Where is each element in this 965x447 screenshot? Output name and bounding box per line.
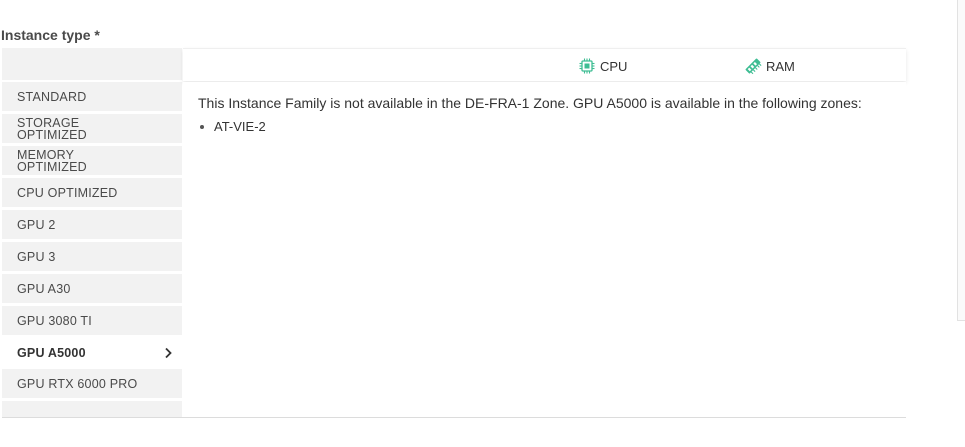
sidebar-item-label: CPU OPTIMIZED bbox=[17, 185, 118, 200]
sidebar-item-label: MEMORY OPTIMIZED bbox=[17, 147, 87, 174]
sidebar-item-label: GPU A30 bbox=[17, 281, 71, 296]
column-ram: RAM bbox=[744, 57, 795, 75]
sidebar-item-label: GPU RTX 6000 PRO bbox=[17, 376, 138, 391]
sidebar-item-gpu-a5000[interactable]: GPU A5000 bbox=[2, 338, 182, 370]
spec-columns-header: CPU RAM bbox=[183, 48, 906, 81]
zone-name: AT-VIE-2 bbox=[214, 119, 266, 134]
sidebar-item-label: GPU 3 bbox=[17, 249, 56, 264]
side-panel-edge bbox=[957, 0, 965, 321]
available-zones-list: AT-VIE-2 bbox=[198, 118, 266, 136]
sidebar-footer bbox=[2, 401, 182, 417]
sidebar-item-label: GPU 2 bbox=[17, 217, 56, 232]
sidebar-item-cpu-optimized[interactable]: CPU OPTIMIZED bbox=[2, 178, 182, 210]
sidebar-item-gpu-rtx-6000-pro[interactable]: GPU RTX 6000 PRO bbox=[2, 369, 182, 401]
instance-type-panel: STANDARD STORAGE OPTIMIZED MEMORY OPTIMI… bbox=[2, 48, 906, 418]
sidebar-item-gpu-3[interactable]: GPU 3 bbox=[2, 242, 182, 274]
sidebar-item-gpu-3080-ti[interactable]: GPU 3080 TI bbox=[2, 306, 182, 338]
instance-family-sidebar: STANDARD STORAGE OPTIMIZED MEMORY OPTIMI… bbox=[2, 48, 182, 417]
sidebar-item-storage-optimized[interactable]: STORAGE OPTIMIZED bbox=[2, 114, 182, 146]
sidebar-item-label: STORAGE OPTIMIZED bbox=[17, 115, 87, 142]
sidebar-item-standard[interactable]: STANDARD bbox=[2, 82, 182, 114]
ram-stick-icon bbox=[745, 58, 762, 75]
sidebar-item-label: GPU 3080 TI bbox=[17, 313, 92, 328]
list-item: AT-VIE-2 bbox=[198, 118, 266, 136]
chevron-right-icon bbox=[165, 347, 172, 358]
sidebar-item-label: GPU A5000 bbox=[17, 345, 86, 360]
availability-message: This Instance Family is not available in… bbox=[198, 95, 862, 111]
instance-list-content: This Instance Family is not available in… bbox=[183, 82, 906, 417]
column-ram-label: RAM bbox=[766, 58, 795, 74]
sidebar-item-memory-optimized[interactable]: MEMORY OPTIMIZED bbox=[2, 146, 182, 178]
sidebar-item-label: STANDARD bbox=[17, 89, 87, 104]
column-cpu-label: CPU bbox=[600, 58, 628, 74]
bullet-icon bbox=[200, 125, 204, 129]
instance-type-label: Instance type * bbox=[1, 27, 100, 43]
sidebar-item-gpu-a30[interactable]: GPU A30 bbox=[2, 274, 182, 306]
sidebar-item-gpu-2[interactable]: GPU 2 bbox=[2, 210, 182, 242]
column-cpu: CPU bbox=[578, 57, 627, 75]
sidebar-header bbox=[2, 48, 182, 82]
cpu-chip-icon bbox=[579, 58, 595, 74]
